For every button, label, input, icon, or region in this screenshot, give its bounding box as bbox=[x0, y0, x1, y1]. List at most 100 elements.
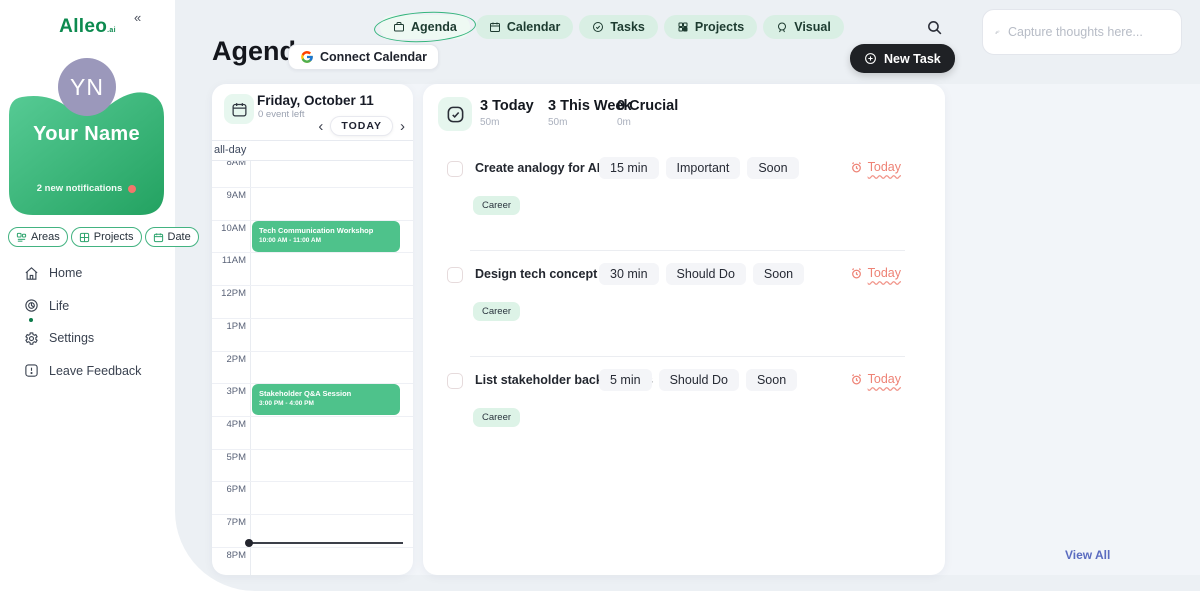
current-time-dot bbox=[245, 539, 253, 547]
day-grid[interactable]: 8AM 9AM 10AM 11AM 12PM 1PM 2PM 3PM 4PM 5… bbox=[212, 140, 413, 575]
task-duration-chip[interactable]: 15 min bbox=[599, 157, 659, 179]
user-name: Your Name bbox=[9, 123, 164, 146]
google-icon bbox=[300, 50, 314, 64]
view-all-link[interactable]: View All bbox=[1065, 548, 1110, 562]
task-checkbox[interactable] bbox=[447, 161, 463, 177]
areas-icon bbox=[16, 232, 27, 243]
calendar-date-title: Friday, October 11 bbox=[257, 93, 374, 108]
task-divider bbox=[470, 356, 905, 357]
next-day-chevron[interactable]: › bbox=[400, 119, 405, 134]
new-task-label: New Task bbox=[884, 52, 941, 66]
sidebar-item-home[interactable]: Home bbox=[24, 265, 175, 281]
hour-label: 8PM bbox=[212, 550, 246, 561]
task-checkbox[interactable] bbox=[447, 373, 463, 389]
calendar-events-left: 0 event left bbox=[258, 109, 304, 120]
connect-calendar-label: Connect Calendar bbox=[320, 50, 427, 64]
event-title: Tech Communication Workshop bbox=[259, 225, 393, 236]
sidebar: Alleo.ai « Your Name 2 new notifications… bbox=[0, 0, 175, 591]
new-task-button[interactable]: New Task bbox=[850, 44, 955, 73]
tab-calendar[interactable]: Calendar bbox=[476, 15, 574, 39]
task-due-label: Today bbox=[868, 160, 901, 174]
task-divider bbox=[470, 250, 905, 251]
task-due[interactable]: Today bbox=[850, 160, 901, 174]
projects-icon bbox=[79, 232, 90, 243]
date-chip[interactable]: Date bbox=[145, 227, 199, 247]
hour-label: 6PM bbox=[212, 484, 246, 495]
stat-crucial-value: 0 Crucial bbox=[617, 98, 678, 114]
task-due[interactable]: Today bbox=[850, 266, 901, 280]
tab-agenda[interactable]: Agenda bbox=[380, 15, 470, 39]
task-priority-chip[interactable]: Should Do bbox=[659, 369, 739, 391]
hour-label: 5PM bbox=[212, 452, 246, 463]
life-icon bbox=[24, 298, 39, 313]
sidebar-item-label: Life bbox=[49, 299, 69, 313]
tasks-icon bbox=[592, 21, 604, 33]
stat-today-value: 3 Today bbox=[480, 98, 534, 114]
connect-calendar-button[interactable]: Connect Calendar bbox=[288, 44, 439, 70]
avatar[interactable]: YN bbox=[58, 58, 116, 116]
task-timeframe-chip[interactable]: Soon bbox=[746, 369, 797, 391]
task-due[interactable]: Today bbox=[850, 372, 901, 386]
tasks-card: 3 Today 50m 3 This Week 50m 0 Crucial 0m… bbox=[423, 84, 945, 575]
tab-projects[interactable]: Projects bbox=[664, 15, 757, 39]
date-icon bbox=[153, 232, 164, 243]
event-title: Stakeholder Q&A Session bbox=[259, 388, 393, 399]
hour-label: 12PM bbox=[212, 288, 246, 299]
pen-scribble-icon bbox=[995, 25, 1000, 39]
task-checkbox[interactable] bbox=[447, 267, 463, 283]
stat-today: 3 Today 50m bbox=[480, 98, 534, 128]
tab-calendar-label: Calendar bbox=[507, 20, 561, 34]
agenda-day-card: Friday, October 11 0 event left ‹ TODAY … bbox=[212, 84, 413, 575]
task-timeframe-chip[interactable]: Soon bbox=[747, 157, 798, 179]
sidebar-item-settings[interactable]: Settings bbox=[24, 330, 175, 346]
sidebar-item-leave-feedback[interactable]: Leave Feedback bbox=[24, 363, 175, 379]
task-tag-career[interactable]: Career bbox=[473, 196, 520, 215]
sidebar-filter-chips: Areas Projects Date bbox=[8, 227, 199, 247]
areas-chip[interactable]: Areas bbox=[8, 227, 68, 247]
date-chip-label: Date bbox=[168, 231, 191, 243]
current-time-line bbox=[248, 542, 403, 544]
collapse-sidebar-icon[interactable]: « bbox=[134, 10, 141, 25]
task-due-label: Today bbox=[868, 266, 901, 280]
capture-thoughts-box bbox=[982, 9, 1182, 55]
sidebar-item-label: Settings bbox=[49, 331, 94, 345]
stat-crucial: 0 Crucial 0m bbox=[617, 98, 678, 128]
hour-label: 9AM bbox=[212, 190, 246, 201]
today-button[interactable]: TODAY bbox=[330, 116, 393, 136]
task-timeframe-chip[interactable]: Soon bbox=[753, 263, 804, 285]
areas-chip-label: Areas bbox=[31, 231, 60, 243]
tab-projects-label: Projects bbox=[695, 20, 744, 34]
task-priority-chip[interactable]: Important bbox=[666, 157, 741, 179]
search-icon[interactable] bbox=[926, 19, 946, 39]
projects-chip[interactable]: Projects bbox=[71, 227, 142, 247]
tab-visual[interactable]: Visual bbox=[763, 15, 844, 39]
task-duration-chip[interactable]: 30 min bbox=[599, 263, 659, 285]
task-tag-career[interactable]: Career bbox=[473, 408, 520, 427]
calendar-day-icon bbox=[224, 94, 254, 124]
all-day-row: all-day bbox=[212, 141, 413, 161]
notifications[interactable]: 2 new notifications bbox=[9, 183, 164, 194]
prev-day-chevron[interactable]: ‹ bbox=[318, 119, 323, 134]
alarm-icon bbox=[850, 161, 863, 174]
task-title: Create analogy for AI bbox=[475, 161, 600, 175]
all-day-label: all-day bbox=[214, 144, 246, 156]
sidebar-item-life[interactable]: Life bbox=[24, 298, 175, 314]
tasks-check-icon bbox=[438, 97, 472, 131]
event-stakeholder-qa-session[interactable]: Stakeholder Q&A Session 3:00 PM - 4:00 P… bbox=[252, 384, 400, 415]
event-time: 3:00 PM - 4:00 PM bbox=[259, 399, 393, 409]
notifications-label: 2 new notifications bbox=[37, 183, 123, 194]
sidebar-item-label: Home bbox=[49, 266, 82, 280]
hour-label: 2PM bbox=[212, 354, 246, 365]
task-priority-chip[interactable]: Should Do bbox=[666, 263, 746, 285]
calendar-nav: ‹ TODAY › bbox=[318, 116, 405, 136]
task-duration-chip[interactable]: 5 min bbox=[599, 369, 652, 391]
event-tech-communication-workshop[interactable]: Tech Communication Workshop 10:00 AM - 1… bbox=[252, 221, 400, 252]
sidebar-item-label: Leave Feedback bbox=[49, 364, 141, 378]
task-tag-career[interactable]: Career bbox=[473, 302, 520, 321]
hour-label: 3PM bbox=[212, 386, 246, 397]
capture-thoughts-input[interactable] bbox=[1008, 25, 1169, 39]
tab-tasks[interactable]: Tasks bbox=[579, 15, 658, 39]
home-icon bbox=[24, 266, 39, 281]
hour-label: 4PM bbox=[212, 419, 246, 430]
tab-visual-label: Visual bbox=[794, 20, 831, 34]
